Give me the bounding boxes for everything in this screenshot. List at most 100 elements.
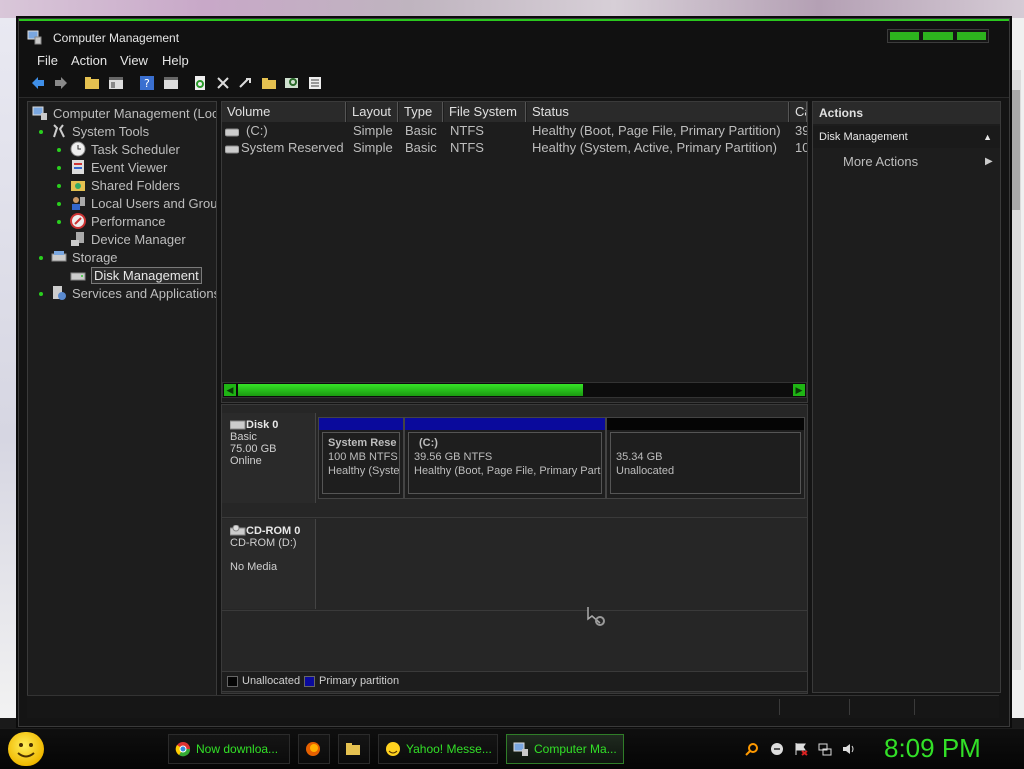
folder-icon bbox=[346, 743, 360, 755]
taskbar-item-yahoo-messenger[interactable]: Yahoo! Messe... bbox=[378, 734, 498, 764]
search-icon[interactable] bbox=[745, 742, 759, 756]
legend-unallocated: Unallocated bbox=[242, 675, 301, 687]
tree-item-label: Device Manager bbox=[91, 231, 186, 247]
menu-action[interactable]: Action bbox=[71, 53, 107, 68]
scroll-left-arrow[interactable]: ◀ bbox=[224, 384, 236, 396]
tree-item-system-tools[interactable]: System Tools bbox=[51, 122, 149, 140]
section-label: Disk Management bbox=[819, 131, 908, 143]
collapse-up-icon[interactable]: ▲ bbox=[983, 126, 992, 148]
clock[interactable]: 8:09 PM bbox=[884, 733, 981, 764]
taskbar-item-firefox[interactable] bbox=[298, 734, 330, 764]
partition-status: Unallocated bbox=[616, 465, 675, 477]
partition-name bbox=[616, 436, 795, 450]
toolbar: ? bbox=[19, 71, 1009, 98]
expand-bullet[interactable] bbox=[39, 256, 43, 260]
tree-item-root[interactable]: Computer Management (Loc bbox=[32, 104, 217, 122]
disk-state: Online bbox=[230, 455, 262, 467]
expand-bullet[interactable] bbox=[57, 148, 61, 152]
menu-file[interactable]: File bbox=[37, 53, 58, 68]
title-bar[interactable]: Computer Management bbox=[19, 19, 1009, 53]
tree-item-disk-management[interactable]: Disk Management bbox=[70, 266, 202, 284]
scroll-thumb[interactable] bbox=[238, 384, 583, 396]
tree-item-event-viewer[interactable]: Event Viewer bbox=[70, 158, 167, 176]
expand-bullet[interactable] bbox=[39, 292, 43, 296]
partition-unallocated[interactable]: 35.34 GB Unallocated bbox=[606, 417, 805, 499]
tree-item-label: Computer Management (Loc bbox=[53, 105, 217, 121]
expand-bullet[interactable] bbox=[57, 202, 61, 206]
taskbar-item-explorer[interactable] bbox=[338, 734, 370, 764]
taskbar: Now downloa... Yahoo! Messe... Computer … bbox=[0, 728, 1024, 769]
column-header-volume[interactable]: Volume bbox=[222, 102, 346, 122]
cdrom-0-label[interactable]: CD-ROM 0 CD-ROM (D:) No Media bbox=[222, 519, 316, 609]
column-header-type[interactable]: Type bbox=[399, 102, 443, 122]
disk-icon bbox=[230, 420, 246, 430]
smiley-icon bbox=[17, 743, 35, 758]
shared-folder-icon bbox=[71, 181, 85, 191]
search-icon[interactable] bbox=[284, 75, 300, 91]
minimize-button[interactable] bbox=[890, 32, 920, 40]
tree-item-shared-folders[interactable]: Shared Folders bbox=[70, 176, 180, 194]
show-hide-tree-icon[interactable] bbox=[108, 75, 124, 91]
tree-item-performance[interactable]: Performance bbox=[70, 212, 165, 230]
tree-item-services[interactable]: Services and Applications bbox=[51, 284, 216, 302]
window-controls[interactable] bbox=[887, 29, 989, 43]
start-button[interactable] bbox=[8, 732, 44, 766]
expand-bullet[interactable] bbox=[57, 184, 61, 188]
clock-icon bbox=[70, 141, 86, 157]
svg-text:?: ? bbox=[144, 77, 150, 90]
divider bbox=[222, 610, 807, 611]
taskbar-item-label: Now downloa... bbox=[196, 742, 279, 756]
forward-icon[interactable] bbox=[53, 75, 69, 91]
expand-bullet[interactable] bbox=[57, 220, 61, 224]
more-actions-item[interactable]: More Actions bbox=[843, 154, 918, 169]
window-title: Computer Management bbox=[53, 31, 180, 45]
list-horizontal-scrollbar[interactable]: ◀ ▶ bbox=[222, 382, 807, 398]
scroll-right-arrow[interactable]: ▶ bbox=[793, 384, 805, 396]
taskbar-item-label: Computer Ma... bbox=[534, 742, 617, 756]
tree-item-storage[interactable]: Storage bbox=[51, 248, 118, 266]
action-center-flag-icon[interactable] bbox=[794, 742, 808, 756]
taskbar-item-computer-management[interactable]: Computer Ma... bbox=[506, 734, 624, 764]
column-header-layout[interactable]: Layout bbox=[347, 102, 398, 122]
expand-bullet[interactable] bbox=[57, 166, 61, 170]
partition-c[interactable]: (C:) 39.56 GB NTFS Healthy (Boot, Page F… bbox=[404, 417, 606, 499]
tree-item-device-manager[interactable]: Device Manager bbox=[70, 230, 186, 248]
tree-item-local-users[interactable]: Local Users and Grou bbox=[70, 194, 216, 212]
settings-icon[interactable] bbox=[307, 75, 323, 91]
network-icon[interactable] bbox=[818, 742, 832, 756]
partition-status: Healthy (Syste bbox=[328, 465, 400, 477]
desktop-background-top bbox=[0, 0, 1024, 18]
partition-system-reserved[interactable]: System Rese 100 MB NTFS Healthy (Syste bbox=[318, 417, 404, 499]
taskbar-item-chrome[interactable]: Now downloa... bbox=[168, 734, 290, 764]
status-bar bbox=[27, 695, 999, 718]
disk-management-icon bbox=[70, 272, 86, 281]
up-folder-icon[interactable] bbox=[84, 75, 100, 91]
expand-bullet[interactable] bbox=[39, 130, 43, 134]
scroll-thumb[interactable] bbox=[1012, 90, 1020, 210]
disk-0-label[interactable]: Disk 0 Basic 75.00 GB Online bbox=[222, 413, 316, 503]
disk-graphical-view: Disk 0 Basic 75.00 GB Online System Rese… bbox=[221, 404, 808, 694]
column-header-capacity[interactable]: Ca bbox=[790, 102, 807, 122]
open-icon[interactable] bbox=[261, 75, 277, 91]
actions-section-disk-management[interactable]: Disk Management ▲ bbox=[813, 126, 1000, 148]
back-icon[interactable] bbox=[30, 75, 46, 91]
menu-view[interactable]: View bbox=[120, 53, 148, 68]
column-header-file-system[interactable]: File System bbox=[444, 102, 526, 122]
help-icon[interactable]: ? bbox=[139, 75, 155, 91]
disk-type: Basic bbox=[230, 431, 257, 443]
volume-icon[interactable] bbox=[842, 742, 856, 756]
status-icon[interactable] bbox=[770, 742, 784, 756]
maximize-button[interactable] bbox=[923, 32, 953, 40]
partition-status: Healthy (Boot, Page File, Primary Partit… bbox=[414, 465, 602, 477]
legend: Unallocated Primary partition bbox=[221, 671, 808, 692]
tree-item-task-scheduler[interactable]: Task Scheduler bbox=[70, 140, 180, 158]
background-window-scrollbar[interactable] bbox=[1011, 70, 1021, 670]
delete-icon[interactable] bbox=[215, 75, 231, 91]
close-button[interactable] bbox=[956, 32, 986, 40]
connect-icon[interactable] bbox=[238, 75, 254, 91]
menu-help[interactable]: Help bbox=[162, 53, 189, 68]
refresh-icon[interactable] bbox=[192, 75, 208, 91]
disk-name: CD-ROM 0 bbox=[246, 525, 301, 537]
properties-icon[interactable] bbox=[163, 75, 179, 91]
column-header-status[interactable]: Status bbox=[527, 102, 789, 122]
